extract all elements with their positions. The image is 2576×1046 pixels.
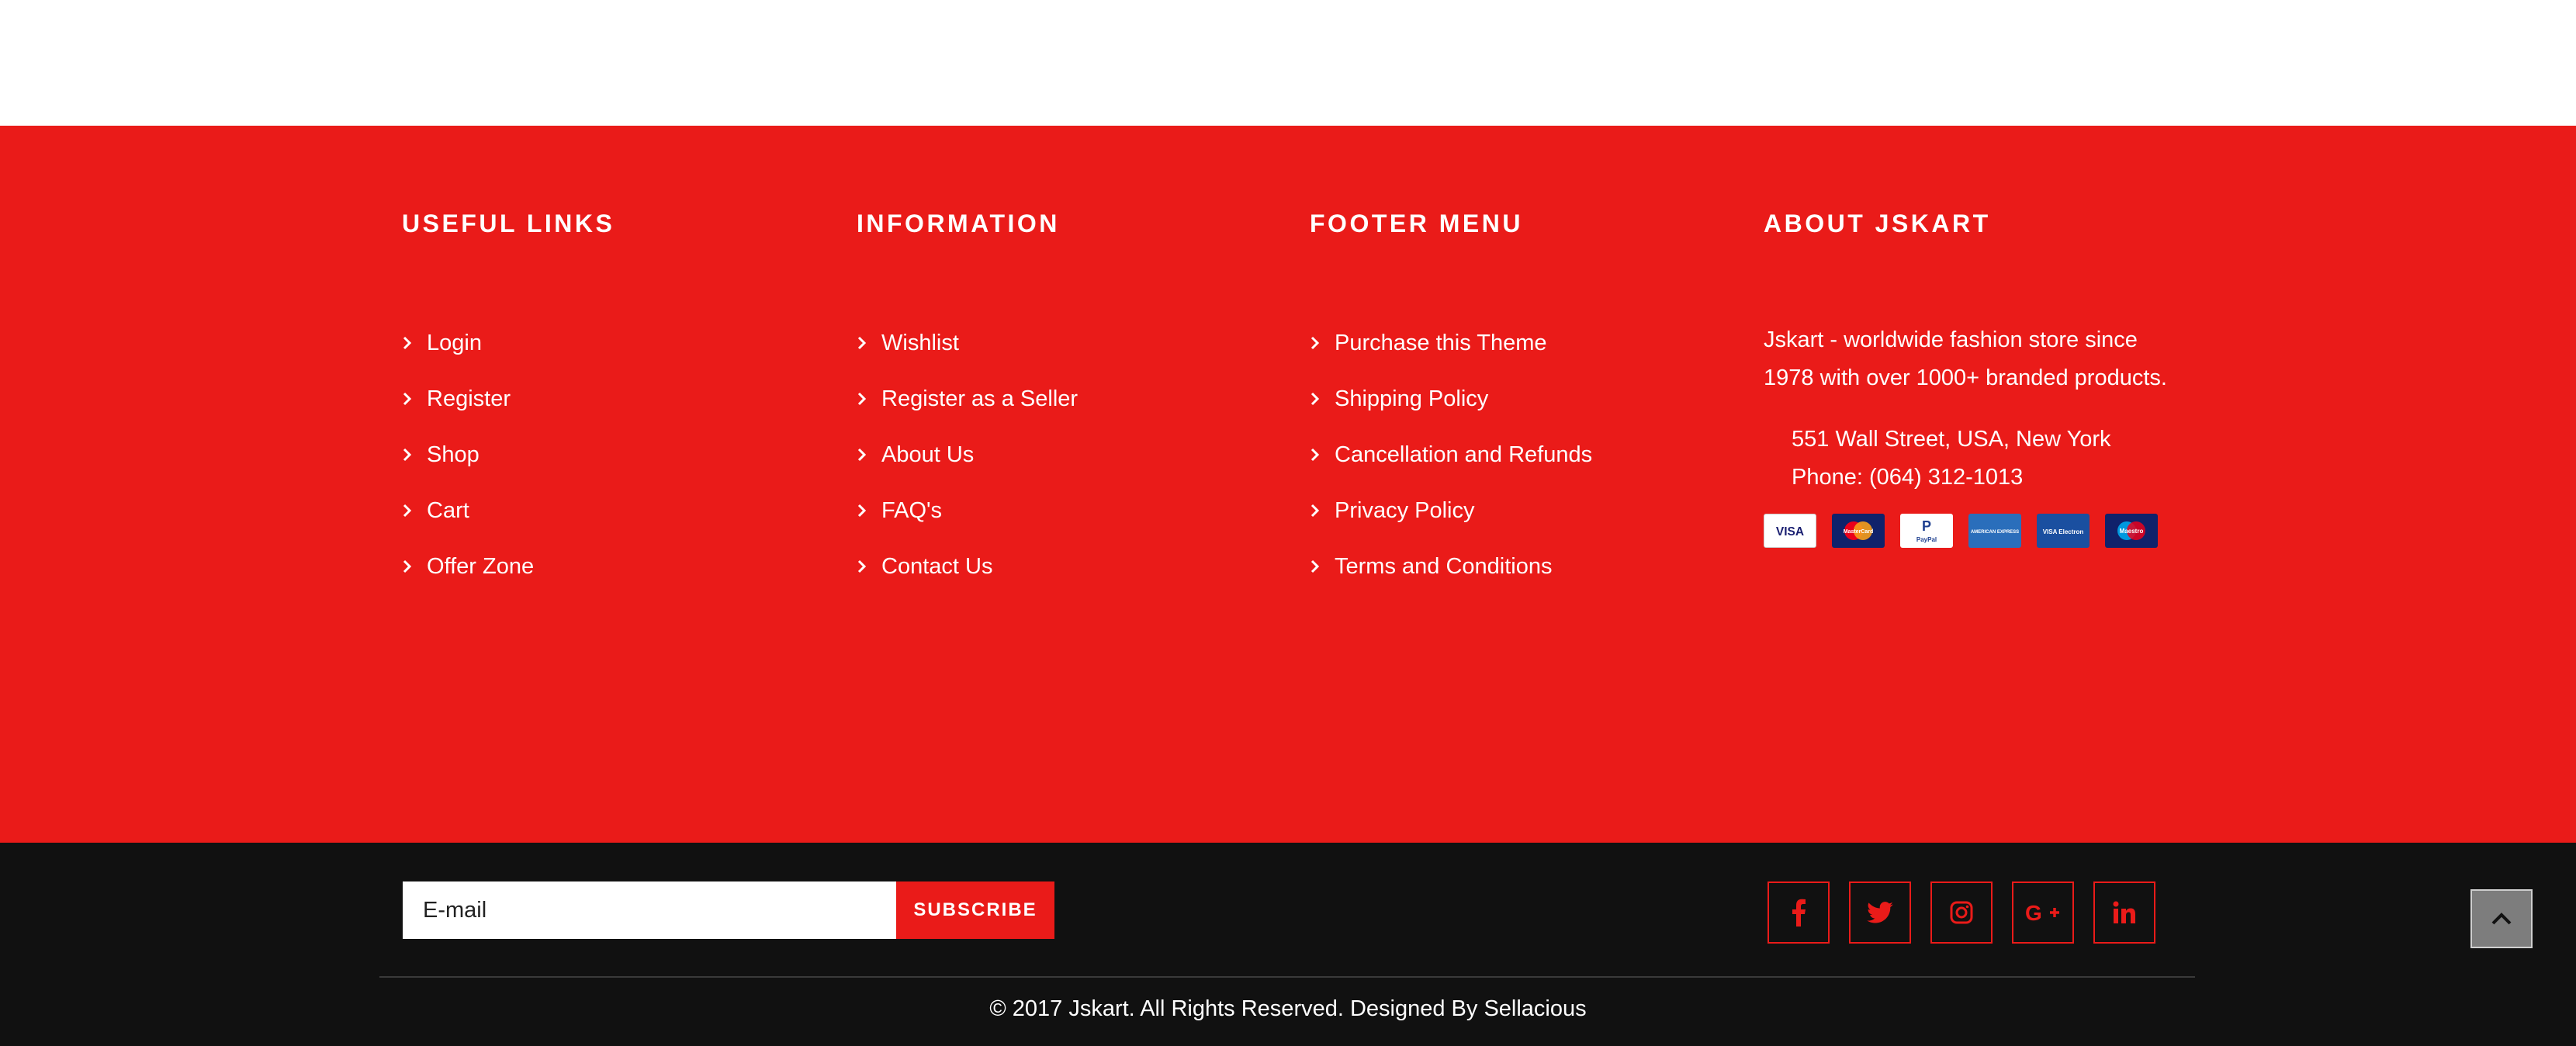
column-title: INFORMATION: [857, 210, 1060, 237]
chevron-right-icon: [857, 498, 881, 523]
footer-link-cancellation-refunds[interactable]: Cancellation and Refunds: [1310, 427, 1592, 483]
footer-divider: [379, 976, 2195, 978]
footer-link-shop[interactable]: Shop: [402, 427, 615, 483]
link-label: Terms and Conditions: [1335, 554, 1553, 579]
contact-info: 551 Wall Street, USA, New York Phone: (0…: [1792, 421, 2198, 497]
chevron-right-icon: [1310, 442, 1335, 467]
facebook-icon: [1792, 899, 1806, 927]
footer-link-terms-conditions[interactable]: Terms and Conditions: [1310, 539, 1592, 594]
page-content-area: [0, 0, 2576, 126]
link-label: FAQ's: [881, 498, 943, 523]
link-label: Login: [427, 331, 482, 355]
visa-electron-card-icon: VISA Electron: [2037, 514, 2090, 548]
linkedin-button[interactable]: [2093, 881, 2155, 944]
footer-link-shipping-policy[interactable]: Shipping Policy: [1310, 371, 1592, 427]
link-label: Shipping Policy: [1335, 386, 1489, 411]
link-label: Privacy Policy: [1335, 498, 1475, 523]
link-label: Register: [427, 386, 511, 411]
about-description: Jskart - worldwide fashion store since 1…: [1764, 321, 2198, 397]
footer-column-information: INFORMATION Wishlist Register as a Selle…: [857, 210, 1078, 594]
linkedin-icon: [2113, 901, 2135, 923]
phone-text: Phone: (064) 312-1013: [1792, 465, 2024, 490]
visa-card-icon: VISA: [1764, 514, 1816, 548]
about-description-line: 1978 with over 1000+ branded products.: [1764, 365, 2167, 390]
column-title: FOOTER MENU: [1310, 210, 1523, 237]
mastercard-card-icon: MasterCard: [1832, 514, 1885, 548]
footer-link-login[interactable]: Login: [402, 315, 615, 371]
facebook-button[interactable]: [1768, 881, 1830, 944]
chevron-right-icon: [1310, 498, 1335, 523]
link-label: Shop: [427, 442, 480, 467]
footer-link-contact-us[interactable]: Contact Us: [857, 539, 1078, 594]
footer-link-register[interactable]: Register: [402, 371, 615, 427]
chevron-right-icon: [402, 554, 427, 579]
google-plus-icon: G: [2025, 901, 2059, 924]
svg-text:PayPal: PayPal: [1916, 536, 1937, 543]
chevron-right-icon: [857, 554, 881, 579]
footer-link-purchase-theme[interactable]: Purchase this Theme: [1310, 315, 1592, 371]
twitter-button[interactable]: [1849, 881, 1911, 944]
chevron-right-icon: [402, 386, 427, 411]
chevron-right-icon: [857, 386, 881, 411]
footer-link-faqs[interactable]: FAQ's: [857, 483, 1078, 539]
svg-text:VISA: VISA: [1776, 525, 1804, 539]
svg-text:Maestro: Maestro: [2120, 528, 2144, 535]
link-label: Purchase this Theme: [1335, 331, 1547, 355]
footer-column-footer-menu: FOOTER MENU Purchase this Theme Shipping…: [1310, 210, 1592, 594]
chevron-right-icon: [1310, 554, 1335, 579]
chevron-right-icon: [402, 498, 427, 523]
back-to-top-button[interactable]: [2470, 889, 2533, 948]
svg-text:P: P: [1922, 518, 1931, 534]
chevron-right-icon: [857, 331, 881, 355]
column-title: USEFUL LINKS: [402, 210, 615, 237]
link-label: Register as a Seller: [881, 386, 1079, 411]
twitter-icon: [1867, 902, 1893, 923]
newsletter-form: SUBSCRIBE: [403, 881, 1054, 939]
paypal-card-icon: P PayPal: [1900, 514, 1953, 548]
chevron-right-icon: [402, 331, 427, 355]
copyright-text: © 2017 Jskart. All Rights Reserved. Desi…: [989, 996, 1587, 1021]
chevron-right-icon: [1310, 331, 1335, 355]
svg-text:AMERICAN EXPRESS: AMERICAN EXPRESS: [1971, 530, 2019, 535]
footer-column-about: ABOUT JSKART Jskart - worldwide fashion …: [1764, 210, 2198, 548]
link-list: Purchase this Theme Shipping Policy Canc…: [1310, 315, 1592, 594]
link-label: Wishlist: [881, 331, 959, 355]
footer-link-wishlist[interactable]: Wishlist: [857, 315, 1078, 371]
instagram-button[interactable]: [1930, 881, 1993, 944]
svg-text:G: G: [2025, 901, 2042, 924]
footer-link-register-seller[interactable]: Register as a Seller: [857, 371, 1078, 427]
maestro-card-icon: Maestro: [2105, 514, 2158, 548]
chevron-up-icon: [2491, 913, 2512, 925]
email-input[interactable]: [403, 881, 896, 939]
chevron-right-icon: [1310, 386, 1335, 411]
instagram-icon: [1950, 901, 1973, 924]
column-title: ABOUT JSKART: [1764, 210, 1991, 237]
link-label: Cancellation and Refunds: [1335, 442, 1593, 467]
about-description-line: Jskart - worldwide fashion store since: [1764, 327, 2138, 352]
google-plus-button[interactable]: G: [2012, 881, 2074, 944]
link-label: Offer Zone: [427, 554, 535, 579]
link-list: Login Register Shop Cart Offer Zone: [402, 315, 615, 594]
footer-link-privacy-policy[interactable]: Privacy Policy: [1310, 483, 1592, 539]
footer-link-about-us[interactable]: About Us: [857, 427, 1078, 483]
american-express-card-icon: AMERICAN EXPRESS: [1968, 514, 2021, 548]
link-label: About Us: [881, 442, 975, 467]
subscribe-button[interactable]: SUBSCRIBE: [896, 881, 1054, 939]
svg-text:MasterCard: MasterCard: [1844, 529, 1874, 535]
link-label: Cart: [427, 498, 469, 523]
footer-column-useful-links: USEFUL LINKS Login Register Shop Cart Of…: [402, 210, 615, 594]
address-text: 551 Wall Street, USA, New York: [1792, 427, 2111, 452]
payment-cards: VISA MasterCard P PayPal AMERICAN EXPRESS…: [1764, 514, 2198, 548]
link-label: Contact Us: [881, 554, 993, 579]
link-list: Wishlist Register as a Seller About Us F…: [857, 315, 1078, 594]
footer-link-offer-zone[interactable]: Offer Zone: [402, 539, 615, 594]
svg-text:VISA Electron: VISA Electron: [2043, 528, 2084, 535]
chevron-right-icon: [857, 442, 881, 467]
chevron-right-icon: [402, 442, 427, 467]
footer-link-cart[interactable]: Cart: [402, 483, 615, 539]
